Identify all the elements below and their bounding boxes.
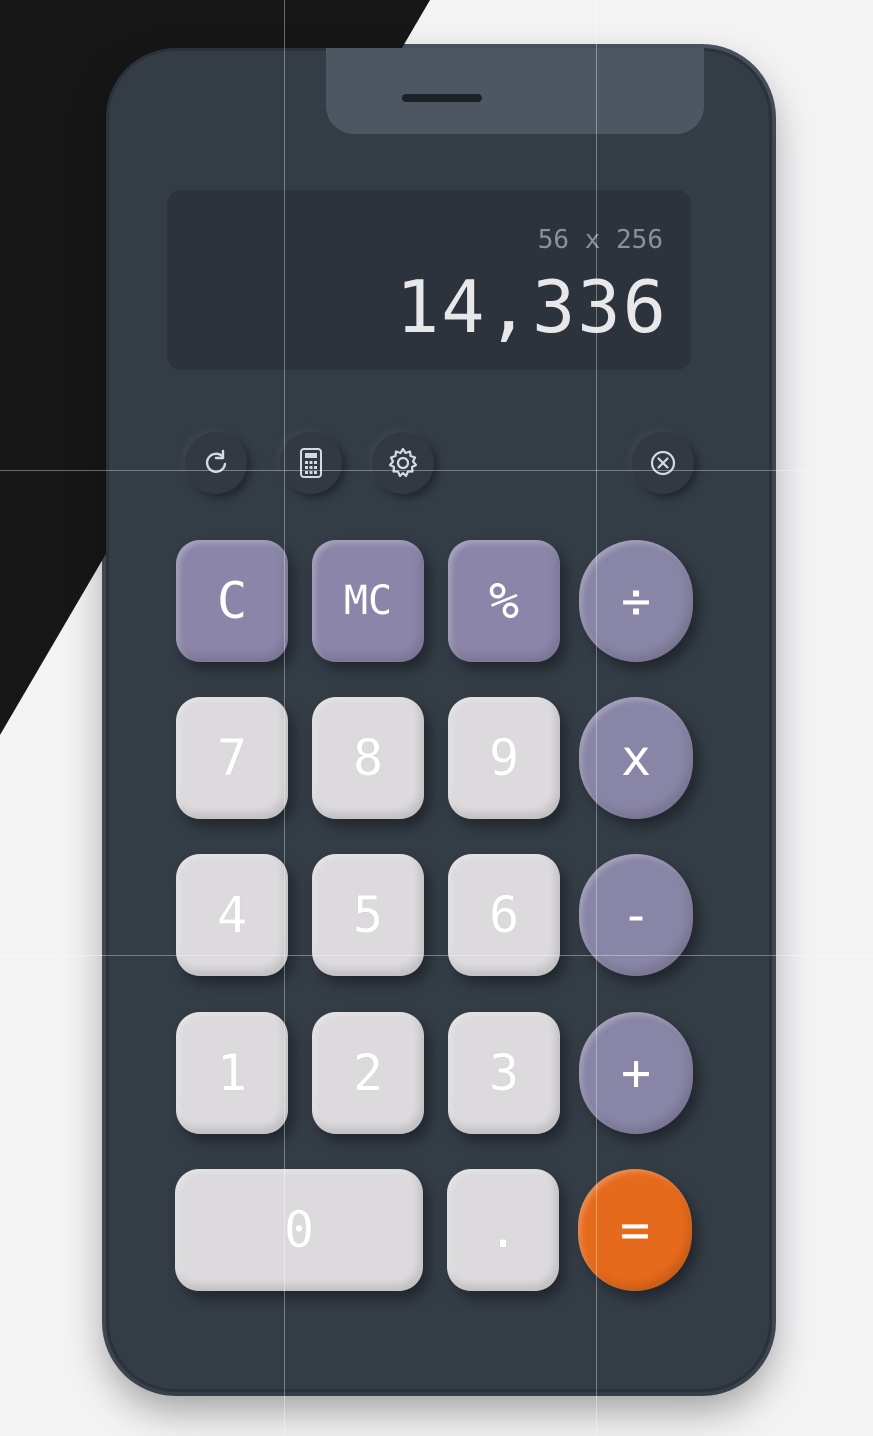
key-6[interactable]: 6 — [448, 854, 560, 976]
key-3-label: 3 — [488, 1044, 520, 1102]
key-2-label: 2 — [352, 1044, 384, 1102]
settings-button[interactable] — [372, 432, 434, 494]
plus-label: + — [620, 1044, 652, 1102]
equals-label: = — [619, 1201, 651, 1259]
phone-speaker — [402, 94, 482, 102]
close-button[interactable] — [632, 432, 694, 494]
guide-line-horizontal — [0, 470, 873, 471]
key-8-label: 8 — [352, 729, 384, 787]
key-2[interactable]: 2 — [312, 1012, 424, 1134]
history-icon — [205, 449, 227, 473]
key-0[interactable]: 0 — [175, 1169, 423, 1291]
key-9-label: 9 — [488, 729, 520, 787]
minus-label: - — [620, 886, 652, 944]
key-3[interactable]: 3 — [448, 1012, 560, 1134]
key-1[interactable]: 1 — [176, 1012, 288, 1134]
gear-icon — [388, 447, 418, 478]
phone-notch — [326, 48, 704, 134]
key-7-label: 7 — [216, 729, 248, 787]
memory-clear-button[interactable]: MC — [312, 540, 424, 662]
clear-button[interactable]: C — [176, 540, 288, 662]
decimal-label: . — [487, 1201, 519, 1259]
decimal-button[interactable]: . — [447, 1169, 559, 1291]
result-readout: 14,336 — [395, 265, 668, 349]
key-4[interactable]: 4 — [176, 854, 288, 976]
memory-clear-label: MC — [343, 578, 393, 624]
key-8[interactable]: 8 — [312, 697, 424, 819]
key-1-label: 1 — [216, 1044, 248, 1102]
close-icon — [650, 450, 676, 476]
key-7[interactable]: 7 — [176, 697, 288, 819]
expression-readout: 56 x 256 — [537, 225, 663, 255]
multiply-label: x — [620, 729, 652, 787]
calculator-mode-button[interactable] — [280, 432, 342, 494]
key-4-label: 4 — [216, 886, 248, 944]
divide-label: ÷ — [620, 572, 652, 630]
key-9[interactable]: 9 — [448, 697, 560, 819]
key-0-label: 0 — [283, 1201, 315, 1259]
history-button[interactable] — [185, 432, 247, 494]
guide-line-vertical — [596, 0, 597, 1436]
key-5[interactable]: 5 — [312, 854, 424, 976]
guide-line-vertical — [284, 0, 285, 1436]
guide-line-horizontal — [0, 955, 873, 956]
clear-label: C — [216, 572, 248, 630]
key-6-label: 6 — [488, 886, 520, 944]
percent-button[interactable]: % — [448, 540, 560, 662]
calculator-icon — [300, 448, 322, 478]
percent-label: % — [488, 572, 520, 630]
key-5-label: 5 — [352, 886, 384, 944]
